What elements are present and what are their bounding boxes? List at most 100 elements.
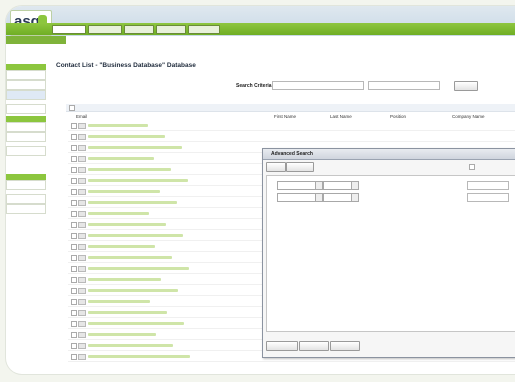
sidebar-item[interactable] — [6, 146, 46, 156]
nav-tab-home[interactable] — [52, 25, 86, 34]
sidebar-item[interactable] — [6, 180, 46, 190]
email-link[interactable] — [88, 190, 160, 193]
table-row[interactable] — [68, 132, 515, 142]
sidebar-item[interactable] — [6, 194, 46, 204]
col-header-company[interactable]: Company Name — [452, 114, 485, 119]
row-checkbox[interactable] — [71, 211, 77, 217]
save-search-button[interactable] — [299, 341, 329, 351]
criteria-panel — [266, 175, 515, 332]
envelope-icon — [78, 145, 86, 151]
email-link[interactable] — [88, 256, 172, 259]
search-button[interactable] — [454, 81, 478, 91]
envelope-icon — [78, 321, 86, 327]
row-checkbox[interactable] — [71, 288, 77, 294]
search-field-select[interactable] — [272, 81, 364, 90]
email-link[interactable] — [88, 300, 150, 303]
email-link[interactable] — [88, 322, 184, 325]
envelope-icon — [78, 244, 86, 250]
email-link[interactable] — [88, 289, 178, 292]
dialog-tab-new-filter[interactable] — [266, 162, 286, 172]
sidebar-item[interactable] — [6, 204, 46, 214]
row-checkbox[interactable] — [71, 123, 77, 129]
envelope-icon — [78, 233, 86, 239]
email-link[interactable] — [88, 179, 188, 182]
email-link[interactable] — [88, 267, 189, 270]
row-checkbox[interactable] — [71, 321, 77, 327]
row-checkbox[interactable] — [71, 222, 77, 228]
row-checkbox[interactable] — [71, 178, 77, 184]
dropdown-arrow-icon — [351, 182, 358, 189]
envelope-icon — [78, 255, 86, 261]
dialog-tab-saved-filters[interactable] — [286, 162, 314, 172]
app-header: asg — [6, 6, 515, 36]
row-checkbox[interactable] — [71, 244, 77, 250]
clear-selection-button[interactable] — [266, 341, 298, 351]
email-link[interactable] — [88, 212, 149, 215]
email-link[interactable] — [88, 278, 161, 281]
sidebar-item[interactable] — [6, 122, 46, 132]
email-link[interactable] — [88, 355, 190, 358]
email-link[interactable] — [88, 245, 155, 248]
table-row[interactable] — [68, 121, 515, 131]
row-checkbox[interactable] — [71, 134, 77, 140]
col-header-position[interactable]: Position — [390, 114, 406, 119]
match-any-checkbox[interactable] — [469, 164, 475, 170]
envelope-icon — [78, 211, 86, 217]
email-link[interactable] — [88, 311, 167, 314]
row-checkbox[interactable] — [71, 310, 77, 316]
nav-tab-billing[interactable] — [156, 25, 186, 34]
delete-search-button[interactable] — [330, 341, 360, 351]
col-header-email[interactable]: Email — [76, 114, 87, 119]
col-header-first-name[interactable]: First Name — [274, 114, 296, 119]
email-link[interactable] — [88, 333, 156, 336]
row-checkbox[interactable] — [71, 266, 77, 272]
criteria-field-select[interactable] — [277, 181, 323, 190]
dialog-titlebar[interactable]: Advanced Search — [263, 149, 515, 160]
envelope-icon — [78, 288, 86, 294]
dialog-title: Advanced Search — [271, 151, 313, 157]
email-link[interactable] — [88, 201, 177, 204]
table-toolbar — [66, 104, 515, 112]
email-link[interactable] — [88, 168, 171, 171]
row-checkbox[interactable] — [71, 200, 77, 206]
row-checkbox[interactable] — [71, 255, 77, 261]
email-link[interactable] — [88, 223, 166, 226]
email-link[interactable] — [88, 157, 154, 160]
email-link[interactable] — [88, 124, 148, 127]
col-header-last-name[interactable]: Last Name — [330, 114, 352, 119]
nav-tab-account[interactable] — [88, 25, 122, 34]
dropdown-arrow-icon — [351, 194, 358, 201]
criteria-operator-select[interactable] — [323, 181, 359, 190]
search-criteria-label: Search Criteria: — [236, 83, 274, 89]
row-checkbox[interactable] — [71, 233, 77, 239]
criteria-value-input[interactable] — [467, 181, 509, 190]
row-checkbox[interactable] — [71, 343, 77, 349]
nav-tab-admin[interactable] — [124, 25, 154, 34]
dropdown-arrow-icon — [315, 182, 322, 189]
email-link[interactable] — [88, 344, 173, 347]
select-all-checkbox[interactable] — [69, 105, 75, 111]
criteria-operator-select[interactable] — [323, 193, 359, 202]
email-link[interactable] — [88, 146, 182, 149]
sidebar-item[interactable] — [6, 70, 46, 80]
sidebar-item[interactable] — [6, 80, 46, 90]
row-checkbox[interactable] — [71, 189, 77, 195]
sidebar-item[interactable] — [6, 132, 46, 142]
envelope-icon — [78, 310, 86, 316]
row-checkbox[interactable] — [71, 299, 77, 305]
row-checkbox[interactable] — [71, 332, 77, 338]
email-link[interactable] — [88, 135, 165, 138]
envelope-icon — [78, 343, 86, 349]
email-link[interactable] — [88, 234, 183, 237]
criteria-value-input[interactable] — [467, 193, 509, 202]
row-checkbox[interactable] — [71, 167, 77, 173]
sidebar-item[interactable] — [6, 104, 46, 114]
nav-tab-reseller[interactable] — [188, 25, 220, 34]
criteria-field-select[interactable] — [277, 193, 323, 202]
sidebar-item-active[interactable] — [6, 90, 46, 100]
row-checkbox[interactable] — [71, 277, 77, 283]
search-input[interactable] — [368, 81, 440, 90]
row-checkbox[interactable] — [71, 145, 77, 151]
row-checkbox[interactable] — [71, 354, 77, 360]
row-checkbox[interactable] — [71, 156, 77, 162]
